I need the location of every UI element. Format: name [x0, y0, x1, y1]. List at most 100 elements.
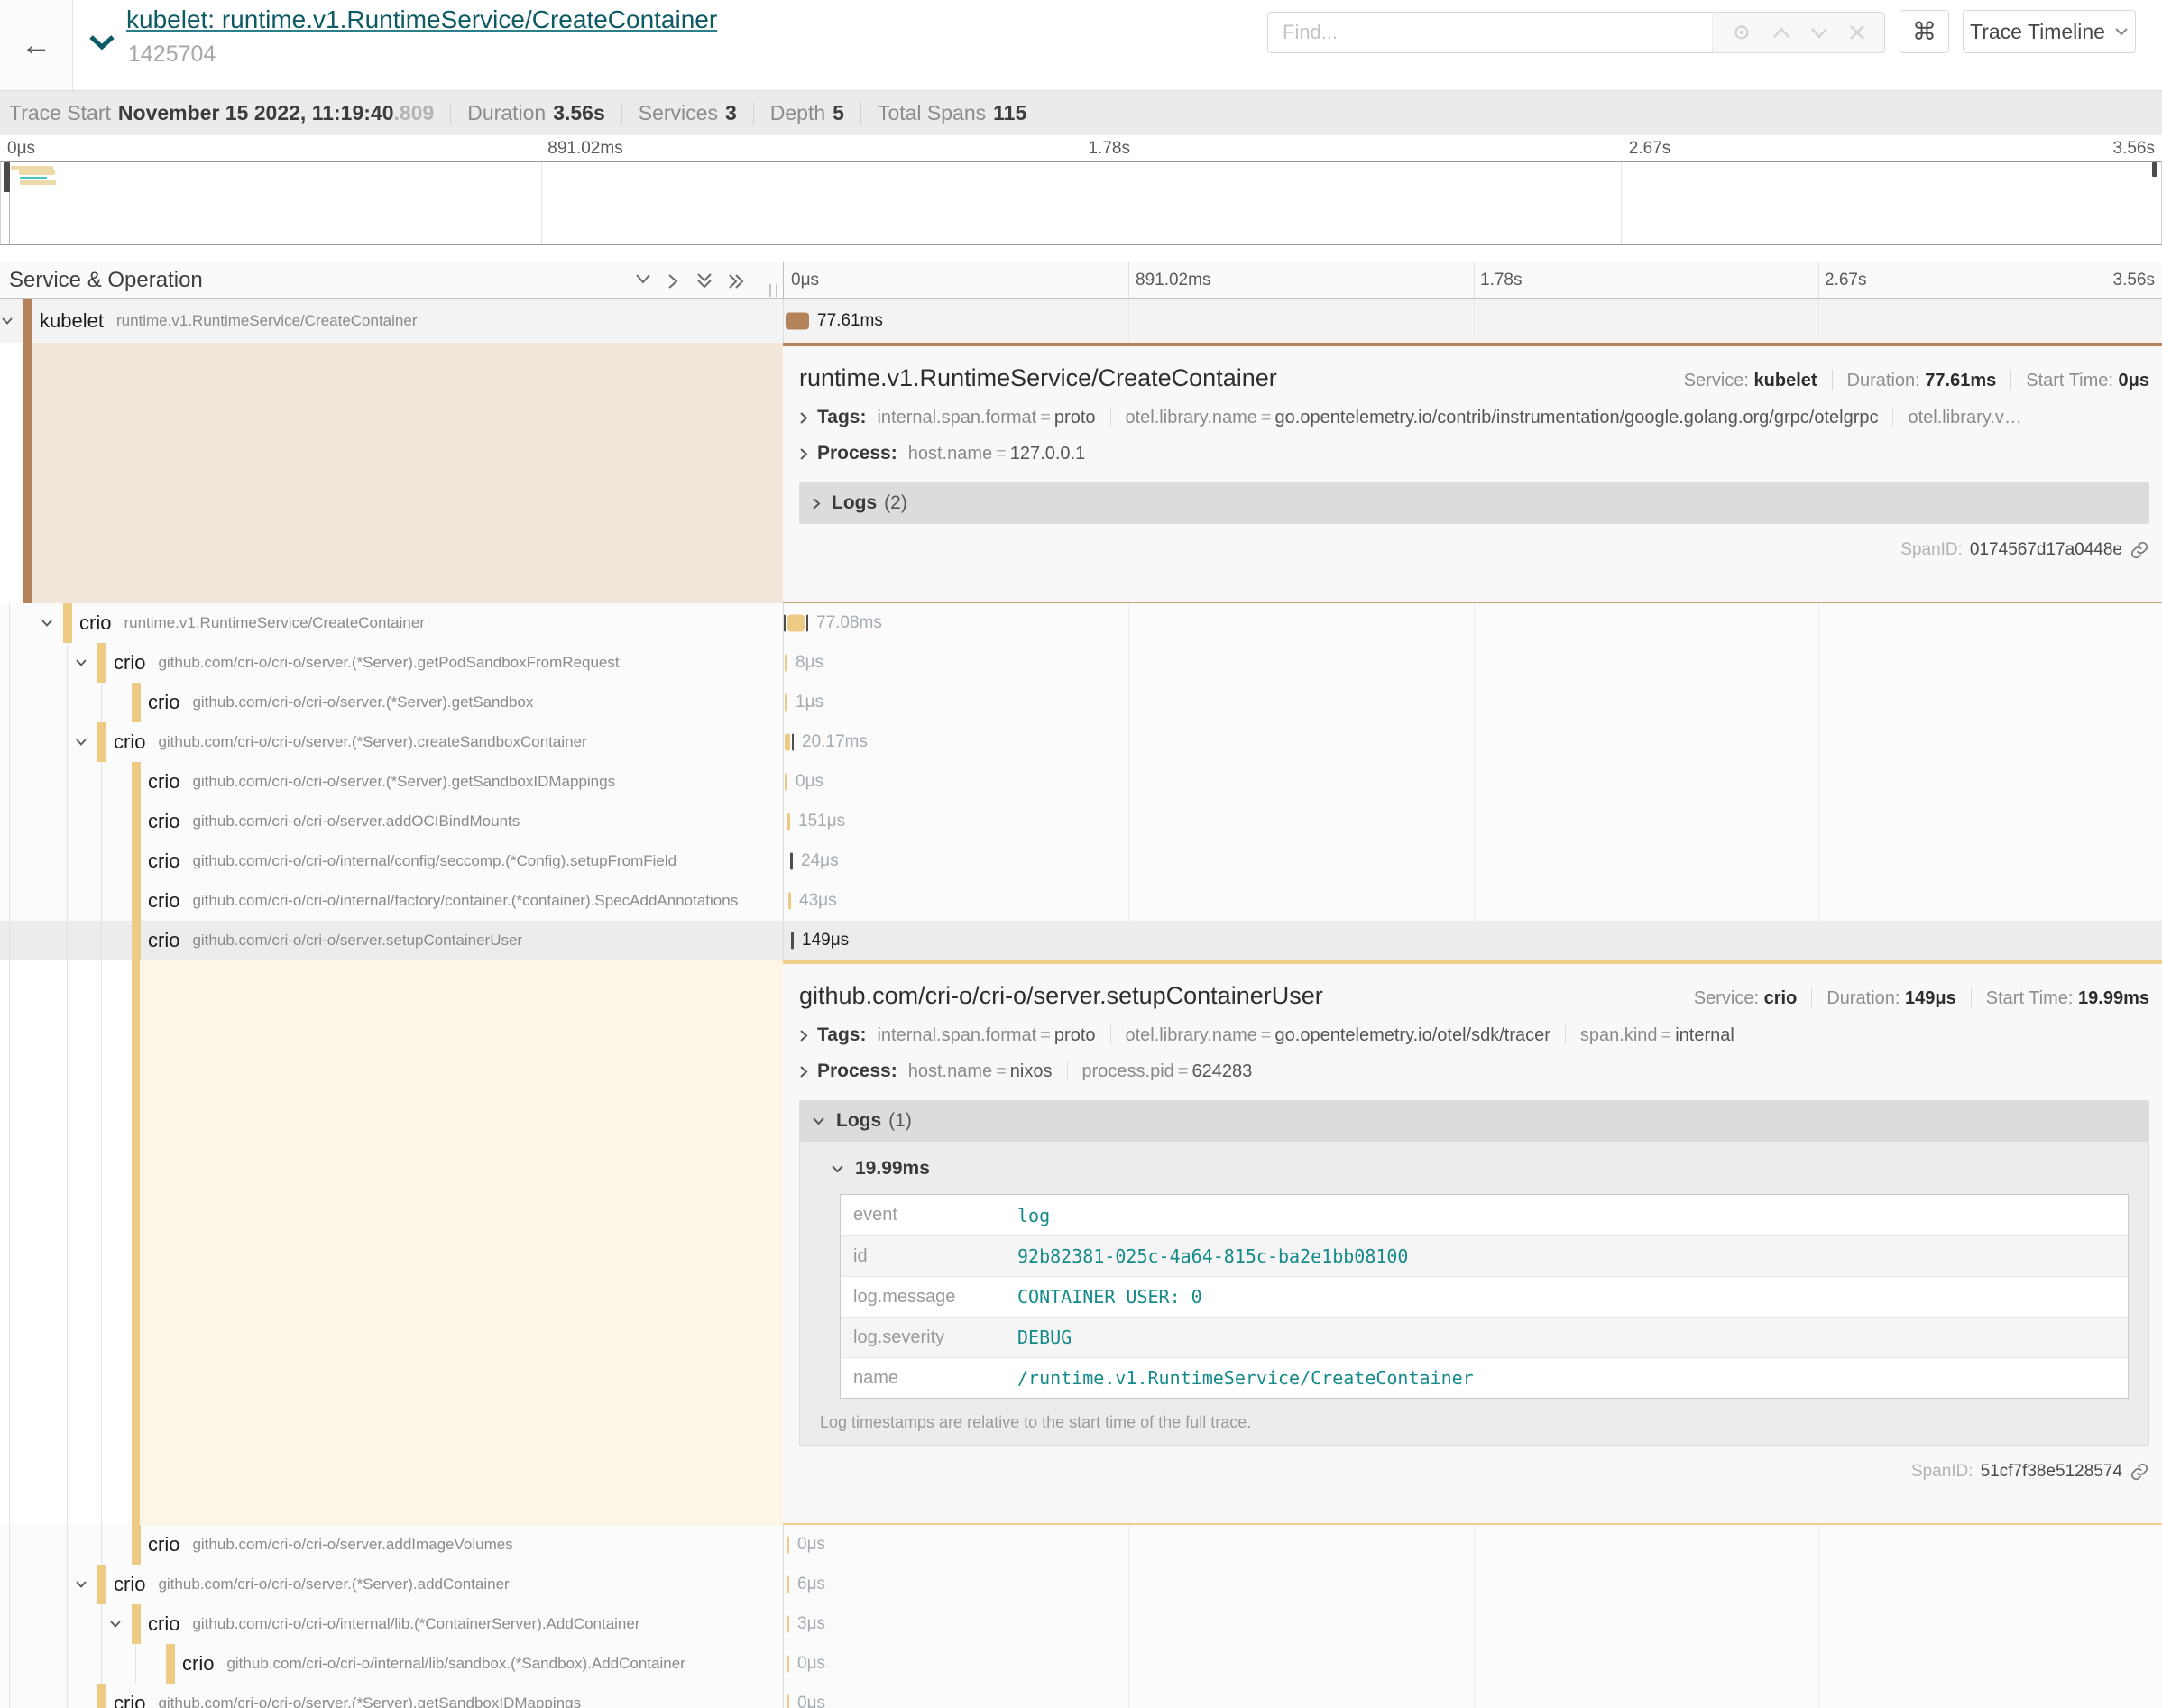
span-duration: 1μs [796, 693, 823, 712]
process-list: host.name=127.0.0.1 [908, 444, 1086, 464]
span-row[interactable]: criogithub.com/cri-o/cri-o/server.(*Serv… [0, 722, 2162, 762]
expand-one-icon[interactable] [667, 272, 679, 295]
collapse-all-icon[interactable] [695, 272, 713, 295]
span-bar[interactable] [791, 932, 794, 950]
process-section[interactable]: Process: host.name=nixosprocess.pid=6242… [799, 1061, 2149, 1082]
find-input[interactable] [1268, 13, 1712, 52]
span-timeline-cell[interactable]: 24μs [783, 841, 2162, 881]
span-duration: 77.08ms [816, 613, 882, 633]
chevron-right-icon [799, 411, 808, 425]
trace-title-link[interactable]: kubelet: runtime.v1.RuntimeService/Creat… [126, 5, 717, 34]
span-bar[interactable] [785, 774, 787, 791]
collapse-one-icon[interactable] [634, 272, 652, 289]
span-bar[interactable] [787, 1537, 789, 1554]
span-row[interactable]: criogithub.com/cri-o/cri-o/internal/lib/… [0, 1644, 2162, 1684]
span-timeline-cell[interactable]: 43μs [783, 881, 2162, 921]
collapse-span-icon[interactable] [41, 620, 53, 628]
next-result-icon[interactable] [1810, 27, 1828, 39]
tags-section[interactable]: Tags: internal.span.format=protootel.lib… [799, 1024, 2149, 1046]
span-bar[interactable] [785, 734, 790, 751]
span-bar[interactable] [784, 615, 786, 632]
span-bar[interactable] [792, 734, 794, 751]
span-duration: 0μs [797, 1535, 825, 1555]
span-timeline-cell[interactable]: 0μs [783, 1684, 2162, 1708]
view-selector-button[interactable]: Trace Timeline [1963, 10, 2136, 53]
span-row[interactable]: criogithub.com/cri-o/cri-o/server.addIma… [0, 1525, 2162, 1565]
span-timeline-cell[interactable]: 77.08ms [783, 603, 2162, 643]
span-bar[interactable] [785, 655, 787, 672]
tag-item: internal.span.format=proto [877, 408, 1095, 427]
span-color-bar [132, 762, 141, 802]
span-row[interactable]: criogithub.com/cri-o/cri-o/server.(*Serv… [0, 1684, 2162, 1708]
logs-toggle[interactable]: Logs (1) [799, 1100, 2149, 1142]
span-duration: 20.17ms [802, 732, 868, 752]
span-row[interactable]: criogithub.com/cri-o/cri-o/internal/lib.… [0, 1604, 2162, 1644]
span-bar[interactable] [785, 694, 787, 712]
span-row[interactable]: criogithub.com/cri-o/cri-o/server.(*Serv… [0, 643, 2162, 683]
tag-item: process.pid=624283 [1067, 1061, 1253, 1081]
column-resize-handle[interactable] [769, 284, 777, 297]
span-timeline-cell[interactable]: 0μs [783, 1525, 2162, 1565]
collapse-span-icon[interactable] [109, 1621, 122, 1629]
span-bar[interactable] [787, 1695, 789, 1708]
timeline-tick: 1.78s [1089, 139, 1130, 159]
span-timeline-cell[interactable]: 77.61ms [783, 299, 2162, 343]
span-bar[interactable] [787, 615, 805, 632]
span-bar[interactable] [790, 853, 793, 870]
expand-all-icon[interactable] [728, 272, 746, 295]
minimap-right-scrubber[interactable] [2152, 162, 2157, 177]
collapse-span-icon[interactable] [1, 317, 14, 326]
span-row[interactable]: criogithub.com/cri-o/cri-o/server.addOCI… [0, 802, 2162, 841]
span-row[interactable]: criogithub.com/cri-o/cri-o/internal/conf… [0, 841, 2162, 881]
collapse-span-icon[interactable] [75, 739, 87, 747]
log-field-row: log.severityDEBUG [841, 1317, 2128, 1357]
span-row[interactable]: criogithub.com/cri-o/cri-o/server.setupC… [0, 921, 2162, 960]
span-bar[interactable] [787, 1576, 789, 1593]
collapse-span-icon[interactable] [75, 659, 87, 667]
span-bar[interactable] [786, 313, 809, 330]
minimap-canvas[interactable] [0, 161, 2162, 245]
span-bar[interactable] [806, 615, 808, 632]
page-header: ← kubelet: runtime.v1.RuntimeService/Cre… [0, 0, 2162, 90]
collapse-trace-header-icon[interactable] [88, 34, 115, 55]
span-row[interactable]: criogithub.com/cri-o/cri-o/internal/fact… [0, 881, 2162, 921]
span-bar[interactable] [787, 1616, 789, 1633]
span-row[interactable]: kubeletruntime.v1.RuntimeService/CreateC… [0, 299, 2162, 343]
process-section[interactable]: Process: host.name=127.0.0.1 [799, 443, 2149, 464]
span-timeline-cell[interactable]: 149μs [783, 921, 2162, 960]
span-duration: 0μs [797, 1654, 825, 1674]
clear-find-icon[interactable] [1849, 24, 1865, 41]
span-row[interactable]: criogithub.com/cri-o/cri-o/server.(*Serv… [0, 1565, 2162, 1604]
span-timeline-cell[interactable]: 20.17ms [783, 722, 2162, 762]
keyboard-shortcuts-button[interactable]: ⌘ [1900, 10, 1949, 53]
span-row[interactable]: crioruntime.v1.RuntimeService/CreateCont… [0, 603, 2162, 643]
link-icon[interactable] [2130, 540, 2149, 560]
span-bar[interactable] [787, 813, 790, 831]
back-button[interactable]: ← [0, 0, 73, 90]
minimap-tick-labels: 0μs891.02ms1.78s2.67s3.56s [0, 135, 2162, 161]
span-timeline-cell[interactable]: 0μs [783, 1644, 2162, 1684]
log-entry-toggle[interactable]: 19.99ms [820, 1158, 2129, 1180]
span-bar[interactable] [788, 893, 791, 910]
span-timeline-cell[interactable]: 1μs [783, 683, 2162, 722]
log-field-key: log.severity [841, 1327, 1017, 1348]
span-timeline-cell[interactable]: 6μs [783, 1565, 2162, 1604]
span-color-bar [97, 1565, 106, 1604]
span-row[interactable]: criogithub.com/cri-o/cri-o/server.(*Serv… [0, 762, 2162, 802]
span-timeline-cell[interactable]: 151μs [783, 802, 2162, 841]
collapse-span-icon[interactable] [75, 1581, 87, 1589]
span-timeline-cell[interactable]: 3μs [783, 1604, 2162, 1644]
link-icon[interactable] [2130, 1462, 2149, 1482]
find-suffix-buttons [1712, 13, 1884, 52]
spanid-label: SpanID: [1911, 1462, 1973, 1482]
prev-result-icon[interactable] [1772, 27, 1790, 39]
locate-icon[interactable] [1732, 23, 1752, 42]
span-timeline-cell[interactable]: 0μs [783, 762, 2162, 802]
tags-section[interactable]: Tags: internal.span.format=protootel.lib… [799, 407, 2149, 428]
span-bar[interactable] [787, 1656, 789, 1673]
minimap-left-scrubber[interactable] [4, 162, 10, 192]
service-operation-title: Service & Operation [9, 268, 203, 293]
span-timeline-cell[interactable]: 8μs [783, 643, 2162, 683]
logs-toggle[interactable]: Logs (2) [799, 482, 2149, 524]
span-row[interactable]: criogithub.com/cri-o/cri-o/server.(*Serv… [0, 683, 2162, 722]
